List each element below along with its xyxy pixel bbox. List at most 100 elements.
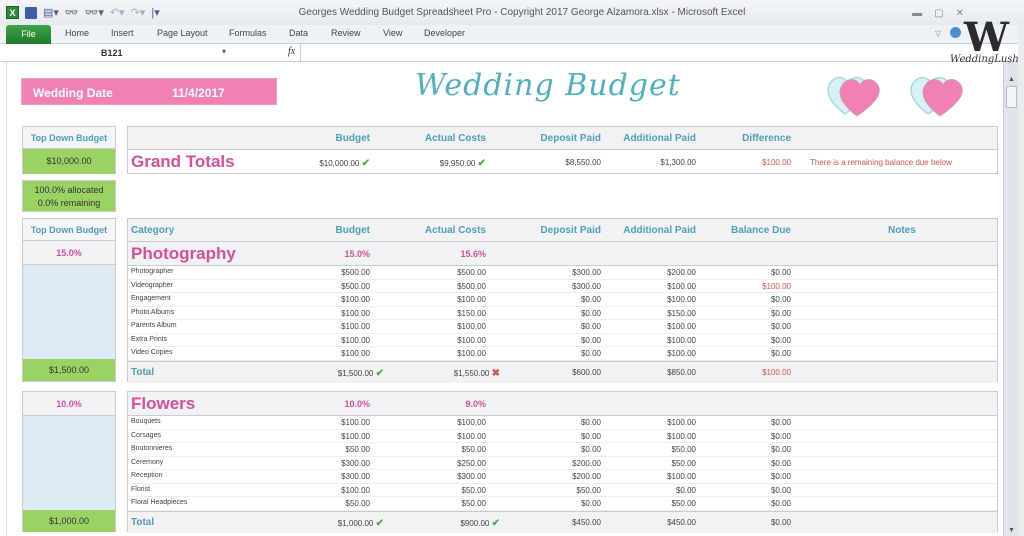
formula-input[interactable] (304, 46, 994, 60)
item-notes[interactable] (808, 295, 993, 305)
item-balance[interactable]: $0.00 (771, 486, 791, 495)
item-deposit[interactable]: $0.00 (581, 445, 601, 454)
item-name[interactable]: Videographer (131, 282, 173, 289)
item-additional[interactable]: $100.00 (667, 349, 696, 358)
item-notes[interactable] (808, 309, 993, 319)
item-notes[interactable] (808, 499, 993, 509)
item-additional[interactable]: $100.00 (667, 432, 696, 441)
name-box[interactable]: B121 (6, 46, 236, 60)
item-budget[interactable]: $100.00 (341, 322, 370, 331)
item-deposit[interactable]: $50.00 (577, 486, 601, 495)
item-additional[interactable]: $100.00 (667, 418, 696, 427)
item-additional[interactable]: $100.00 (667, 295, 696, 304)
maximize-icon[interactable]: ▢ (934, 8, 943, 19)
item-actual[interactable]: $150.00 (457, 309, 486, 318)
item-name[interactable]: Boutonnieres (131, 445, 172, 452)
item-name[interactable]: Reception (131, 472, 163, 479)
item-actual[interactable]: $50.00 (462, 499, 486, 508)
wedding-date-value[interactable]: 11/4/2017 (172, 86, 225, 100)
grand-deposit[interactable]: $8,550.00 (565, 158, 601, 167)
item-additional[interactable]: $100.00 (667, 336, 696, 345)
item-balance[interactable]: $100.00 (762, 282, 791, 291)
item-additional[interactable]: $100.00 (667, 282, 696, 291)
item-additional[interactable]: $0.00 (676, 486, 696, 495)
item-deposit[interactable]: $0.00 (581, 336, 601, 345)
item-deposit[interactable]: $0.00 (581, 322, 601, 331)
item-additional[interactable]: $50.00 (672, 499, 696, 508)
item-deposit[interactable]: $0.00 (581, 432, 601, 441)
name-box-dropdown-icon[interactable]: ▾ (222, 47, 226, 56)
vertical-scrollbar[interactable]: ▲ ▼ (1003, 62, 1018, 536)
top-down-budget-value[interactable]: $10,000.00 (23, 149, 115, 174)
ribbon-minimize-icon[interactable]: ▽ (935, 29, 941, 38)
item-notes[interactable] (808, 282, 993, 292)
item-balance[interactable]: $0.00 (771, 445, 791, 454)
item-deposit[interactable]: $200.00 (572, 459, 601, 468)
item-additional[interactable]: $100.00 (667, 322, 696, 331)
tab-insert[interactable]: Insert (111, 28, 134, 38)
item-name[interactable]: Extra Prints (131, 336, 167, 343)
item-notes[interactable] (808, 432, 993, 442)
item-balance[interactable]: $0.00 (771, 472, 791, 481)
item-name[interactable]: Photographer (131, 268, 173, 275)
item-actual[interactable]: $100.00 (457, 322, 486, 331)
item-balance[interactable]: $0.00 (771, 459, 791, 468)
item-actual[interactable]: $250.00 (457, 459, 486, 468)
item-actual[interactable]: $50.00 (462, 445, 486, 454)
item-name[interactable]: Florist (131, 486, 150, 493)
tab-view[interactable]: View (383, 28, 402, 38)
item-budget[interactable]: $100.00 (341, 418, 370, 427)
item-name[interactable]: Corsages (131, 432, 161, 439)
item-name[interactable]: Bouquets (131, 418, 161, 425)
item-notes[interactable] (808, 349, 993, 359)
item-balance[interactable]: $0.00 (771, 336, 791, 345)
tab-review[interactable]: Review (331, 28, 361, 38)
item-name[interactable]: Ceremony (131, 459, 163, 466)
item-deposit[interactable]: $0.00 (581, 309, 601, 318)
item-actual[interactable]: $100.00 (457, 295, 486, 304)
item-name[interactable]: Parents Album (131, 322, 177, 329)
tab-data[interactable]: Data (289, 28, 308, 38)
item-actual[interactable]: $300.00 (457, 472, 486, 481)
item-deposit[interactable]: $300.00 (572, 268, 601, 277)
item-budget[interactable]: $500.00 (341, 282, 370, 291)
item-budget[interactable]: $500.00 (341, 268, 370, 277)
tab-page-layout[interactable]: Page Layout (157, 28, 208, 38)
scroll-down-icon[interactable]: ▼ (1006, 527, 1017, 534)
item-deposit[interactable]: $0.00 (581, 349, 601, 358)
item-balance[interactable]: $0.00 (771, 349, 791, 358)
item-deposit[interactable]: $0.00 (581, 499, 601, 508)
item-additional[interactable]: $100.00 (667, 472, 696, 481)
item-additional[interactable]: $200.00 (667, 268, 696, 277)
scrollbar-thumb[interactable] (1006, 86, 1017, 108)
grand-difference[interactable]: $100.00 (762, 158, 791, 167)
item-name[interactable]: Engagement (131, 295, 171, 302)
item-additional[interactable]: $50.00 (672, 445, 696, 454)
fx-icon[interactable]: fx (288, 46, 295, 57)
tab-home[interactable]: Home (65, 28, 89, 38)
item-budget[interactable]: $50.00 (346, 499, 370, 508)
item-balance[interactable]: $0.00 (771, 418, 791, 427)
item-deposit[interactable]: $0.00 (581, 295, 601, 304)
grand-additional[interactable]: $1,300.00 (660, 158, 696, 167)
minimize-icon[interactable]: ▬ (912, 8, 922, 19)
item-actual[interactable]: $100.00 (457, 432, 486, 441)
item-name[interactable]: Photo Albums (131, 309, 174, 316)
item-deposit[interactable]: $300.00 (572, 282, 601, 291)
item-balance[interactable]: $0.00 (771, 432, 791, 441)
item-balance[interactable]: $0.00 (771, 322, 791, 331)
item-balance[interactable]: $0.00 (771, 295, 791, 304)
tab-file[interactable]: File (6, 25, 51, 44)
grand-budget[interactable]: $10,000.00 ✔ (319, 158, 370, 169)
item-budget[interactable]: $100.00 (341, 295, 370, 304)
item-budget[interactable]: $300.00 (341, 472, 370, 481)
item-actual[interactable]: $500.00 (457, 282, 486, 291)
scroll-up-icon[interactable]: ▲ (1006, 76, 1017, 83)
item-deposit[interactable]: $0.00 (581, 418, 601, 427)
grand-actual[interactable]: $9,950.00 ✔ (440, 158, 486, 169)
item-budget[interactable]: $300.00 (341, 459, 370, 468)
item-budget[interactable]: $100.00 (341, 309, 370, 318)
item-name[interactable]: Video Copies (131, 349, 173, 356)
item-deposit[interactable]: $200.00 (572, 472, 601, 481)
item-notes[interactable] (808, 459, 993, 469)
